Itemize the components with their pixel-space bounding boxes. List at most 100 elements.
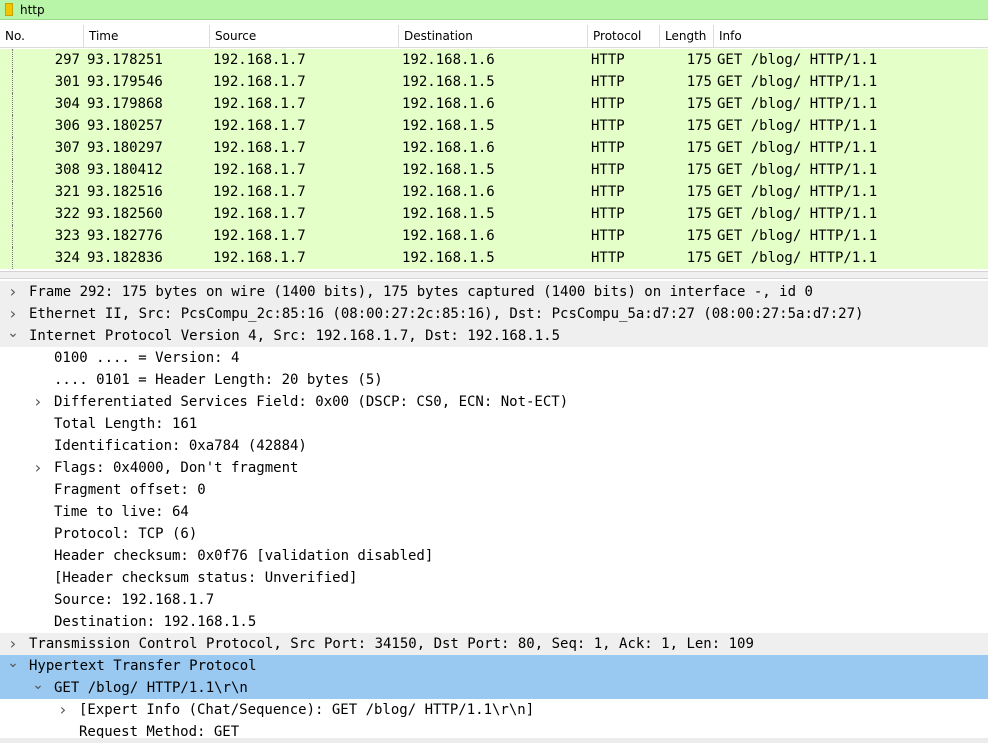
detail-tree-item[interactable]: › Ethernet II, Src: PcsCompu_2c:85:16 (08…	[0, 303, 988, 325]
packet-no-cell: 297	[54, 52, 80, 68]
chevron-right-icon[interactable]: ›	[6, 281, 20, 303]
tree-guide-line	[12, 115, 13, 137]
detail-tree-item[interactable]: Header checksum: 0x0f76 [validation disa…	[0, 545, 988, 567]
packet-row[interactable]: 301 93.179546 192.168.1.7 192.168.1.5 HTTP 17…	[0, 71, 988, 93]
chevron-right-icon[interactable]: ›	[31, 391, 45, 413]
packet-protocol-cell: HTTP	[591, 206, 625, 222]
chevron-right-icon[interactable]: ›	[31, 457, 45, 479]
packet-row[interactable]: 308 93.180412 192.168.1.7 192.168.1.5 HTTP 17…	[0, 159, 988, 181]
detail-tree-item[interactable]: [Header checksum status: Unverified]	[0, 567, 988, 589]
packet-protocol-cell: HTTP	[591, 118, 625, 134]
detail-tree-item[interactable]: › [Expert Info (Chat/Sequence): GET /blog…	[0, 699, 988, 721]
detail-tree-item[interactable]: Identification: 0xa784 (42884)	[0, 435, 988, 457]
display-filter-bar	[0, 0, 988, 20]
packet-length-cell: 175	[686, 228, 712, 244]
detail-tree-item[interactable]: › Frame 292: 175 bytes on wire (1400 bits…	[0, 281, 988, 303]
packet-row[interactable]: 306 93.180257 192.168.1.7 192.168.1.5 HTTP 17…	[0, 115, 988, 137]
tree-guide-line	[12, 181, 13, 203]
detail-tree-label: Destination: 192.168.1.5	[54, 614, 257, 630]
packet-protocol-cell: HTTP	[591, 184, 625, 200]
packet-row[interactable]: 297 93.178251 192.168.1.7 192.168.1.6 HTTP 17…	[0, 49, 988, 71]
packet-row[interactable]: 321 93.182516 192.168.1.7 192.168.1.6 HTTP 17…	[0, 181, 988, 203]
packet-destination-cell: 192.168.1.5	[402, 250, 495, 266]
tree-guide-line	[12, 225, 13, 247]
chevron-down-icon[interactable]: ⌄	[6, 655, 20, 677]
packet-length-cell: 175	[686, 206, 712, 222]
detail-tree-label: Source: 192.168.1.7	[54, 592, 215, 608]
detail-tree-label: [Expert Info (Chat/Sequence): GET /blog/…	[79, 702, 535, 718]
detail-tree-item[interactable]: Destination: 192.168.1.5	[0, 611, 988, 633]
detail-tree-item[interactable]: › Differentiated Services Field: 0x00 (DS…	[0, 391, 988, 413]
packet-info-cell: GET /blog/ HTTP/1.1	[717, 184, 878, 200]
chevron-down-icon[interactable]: ⌄	[6, 325, 20, 347]
chevron-down-icon[interactable]: ⌄	[31, 677, 45, 699]
packet-source-cell: 192.168.1.7	[213, 96, 306, 112]
pane-bottom-edge	[0, 738, 988, 743]
packet-time-cell: 93.180297	[87, 140, 163, 156]
column-header-info[interactable]: Info	[714, 25, 988, 47]
detail-tree-item[interactable]: › Transmission Control Protocol, Src Port…	[0, 633, 988, 655]
tree-guide-line	[12, 49, 13, 71]
packet-time-cell: 93.179546	[87, 74, 163, 90]
packet-protocol-cell: HTTP	[591, 162, 625, 178]
packet-destination-cell: 192.168.1.5	[402, 74, 495, 90]
chevron-right-icon[interactable]: ›	[56, 699, 70, 721]
detail-tree-label: Hypertext Transfer Protocol	[29, 658, 257, 674]
packet-info-cell: GET /blog/ HTTP/1.1	[717, 52, 878, 68]
detail-tree-item[interactable]: Fragment offset: 0	[0, 479, 988, 501]
packet-list-header: No. Time Source Destination Protocol Len…	[0, 25, 988, 48]
column-header-destination[interactable]: Destination	[399, 25, 588, 47]
packet-list[interactable]: 297 93.178251 192.168.1.7 192.168.1.6 HTTP 17…	[0, 48, 988, 270]
packet-info-cell: GET /blog/ HTTP/1.1	[717, 140, 878, 156]
packet-time-cell: 93.182560	[87, 206, 163, 222]
packet-protocol-cell: HTTP	[591, 52, 625, 68]
tree-guide-line	[12, 203, 13, 225]
display-filter-input[interactable]	[20, 1, 970, 19]
detail-tree-item[interactable]: ⌄ Hypertext Transfer Protocol	[0, 655, 988, 677]
packet-protocol-cell: HTTP	[591, 96, 625, 112]
detail-tree-item[interactable]: Source: 192.168.1.7	[0, 589, 988, 611]
packet-row[interactable]: 307 93.180297 192.168.1.7 192.168.1.6 HTTP 17…	[0, 137, 988, 159]
packet-length-cell: 175	[686, 184, 712, 200]
packet-info-cell: GET /blog/ HTTP/1.1	[717, 74, 878, 90]
packet-info-cell: GET /blog/ HTTP/1.1	[717, 206, 878, 222]
detail-tree-label: Transmission Control Protocol, Src Port:…	[29, 636, 754, 652]
packet-info-cell: GET /blog/ HTTP/1.1	[717, 162, 878, 178]
chevron-right-icon[interactable]: ›	[6, 633, 20, 655]
detail-tree-label: Differentiated Services Field: 0x00 (DSC…	[54, 394, 569, 410]
packet-row[interactable]: 324 93.182836 192.168.1.7 192.168.1.5 HTTP 17…	[0, 247, 988, 269]
detail-tree-item[interactable]: Total Length: 161	[0, 413, 988, 435]
column-header-time[interactable]: Time	[84, 25, 210, 47]
detail-tree-label: Frame 292: 175 bytes on wire (1400 bits)…	[29, 284, 813, 300]
packet-row[interactable]: 304 93.179868 192.168.1.7 192.168.1.6 HTTP 17…	[0, 93, 988, 115]
column-header-no[interactable]: No.	[0, 25, 84, 47]
packet-info-cell: GET /blog/ HTTP/1.1	[717, 118, 878, 134]
packet-row[interactable]: 322 93.182560 192.168.1.7 192.168.1.5 HTTP 17…	[0, 203, 988, 225]
tree-guide-line	[12, 247, 13, 269]
detail-tree-item[interactable]: Time to live: 64	[0, 501, 988, 523]
detail-tree-item[interactable]: ⌄ Internet Protocol Version 4, Src: 192.1…	[0, 325, 988, 347]
packet-details-pane[interactable]: › Frame 292: 175 bytes on wire (1400 bits…	[0, 281, 988, 743]
packet-protocol-cell: HTTP	[591, 140, 625, 156]
column-header-source[interactable]: Source	[210, 25, 399, 47]
detail-tree-item[interactable]: 0100 .... = Version: 4	[0, 347, 988, 369]
detail-tree-item[interactable]: .... 0101 = Header Length: 20 bytes (5)	[0, 369, 988, 391]
bookmark-icon[interactable]	[5, 3, 13, 16]
packet-protocol-cell: HTTP	[591, 228, 625, 244]
tree-guide-line	[12, 71, 13, 93]
column-header-length[interactable]: Length	[660, 25, 714, 47]
packet-time-cell: 93.182836	[87, 250, 163, 266]
detail-tree-item[interactable]: Protocol: TCP (6)	[0, 523, 988, 545]
chevron-right-icon[interactable]: ›	[6, 303, 20, 325]
detail-tree-item[interactable]: ⌄ GET /blog/ HTTP/1.1\r\n	[0, 677, 988, 699]
packet-source-cell: 192.168.1.7	[213, 118, 306, 134]
pane-splitter[interactable]	[0, 271, 988, 279]
column-header-protocol[interactable]: Protocol	[588, 25, 660, 47]
detail-tree-item[interactable]: › Flags: 0x4000, Don't fragment	[0, 457, 988, 479]
detail-tree-label: Flags: 0x4000, Don't fragment	[54, 460, 299, 476]
detail-tree-label: GET /blog/ HTTP/1.1\r\n	[54, 680, 248, 696]
packet-length-cell: 175	[686, 74, 712, 90]
packet-row[interactable]: 323 93.182776 192.168.1.7 192.168.1.6 HTTP 17…	[0, 225, 988, 247]
packet-protocol-cell: HTTP	[591, 250, 625, 266]
detail-tree-label: Time to live: 64	[54, 504, 189, 520]
